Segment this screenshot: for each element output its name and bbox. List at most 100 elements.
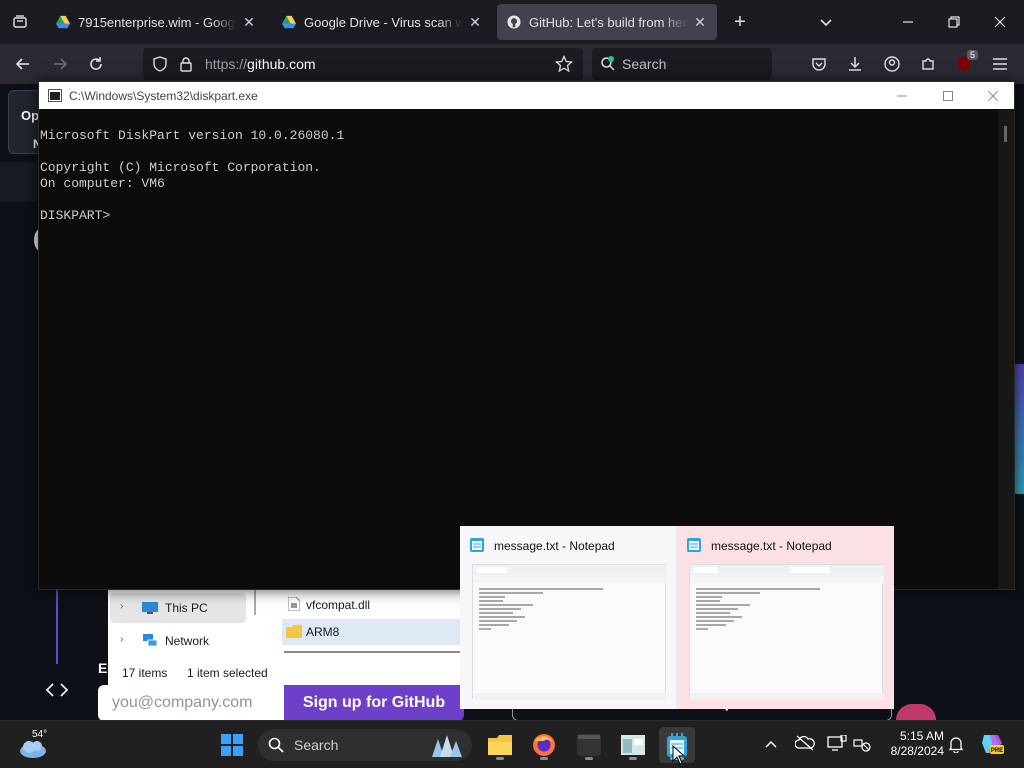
extensions-puzzle-icon[interactable] [914,50,942,78]
tab-title: GitHub: Let's build from here [529,14,687,30]
weather-widget[interactable]: 54° [14,727,64,763]
email-placeholder: you@company.com [112,694,253,711]
search-placeholder: Search [294,737,339,753]
search-highlight-icon [432,735,462,757]
notepad-thumbnail[interactable]: message.txt - Notepad [460,526,676,709]
minimize-icon[interactable] [879,82,925,109]
onedrive-offline-icon[interactable] [794,735,815,754]
close-tab-icon[interactable]: ✕ [693,14,707,31]
github-icon [507,15,521,29]
partial-heading-e: E [98,660,108,676]
mouse-cursor-icon [672,745,686,765]
pocket-icon[interactable] [805,50,833,78]
clock[interactable]: 5:15 AM 8/28/2024 [882,729,944,759]
console-output[interactable]: Microsoft DiskPart version 10.0.26080.1 C… [39,110,998,589]
nav-label: This PC [165,601,208,615]
lock-icon[interactable] [179,56,193,77]
terminal-taskbar-icon[interactable] [571,727,607,763]
running-indicator [629,757,637,760]
partial-banner-text: Op [21,108,40,123]
notepad-thumbnail-hovered[interactable]: message.txt - Notepad [677,526,893,709]
new-tab-plus-icon[interactable]: + [726,8,754,36]
tab-google-drive-wim[interactable]: 7915enterprise.wim - Google Dr ✕ [46,4,266,40]
search-bar[interactable]: Search [592,48,772,80]
show-hidden-icons-chevron-icon[interactable] [764,736,778,752]
start-windows-icon[interactable] [214,727,250,763]
display-settings-icon[interactable] [827,734,847,756]
cloud-icon [20,741,46,758]
thumbnail-preview [472,564,667,700]
downloads-icon[interactable] [841,50,869,78]
running-indicator [540,757,548,760]
file-name: ARM8 [306,625,340,639]
maximize-icon[interactable] [925,82,971,109]
tab-overview-icon[interactable] [6,8,34,36]
extension-badge-count: 5 [966,50,978,60]
console-line: Microsoft DiskPart version 10.0.26080.1 [40,128,345,143]
notification-bell-icon[interactable] [948,736,964,756]
thumbnail-header: message.txt - Notepad [470,536,615,555]
reload-icon[interactable] [82,50,110,78]
console-line: Copyright (C) Microsoft Corporation. [40,160,321,175]
forward-arrow-icon[interactable] [46,50,74,78]
nav-item-network[interactable]: › Network [110,627,246,655]
copilot-preview-icon[interactable]: PRE [980,733,1004,758]
pane-splitter[interactable] [254,589,256,615]
search-engine-icon [600,56,616,75]
url-bar[interactable]: https://github.com [143,48,583,80]
tab-github[interactable]: GitHub: Let's build from here ✕ [497,4,717,40]
header-strip [0,162,40,202]
decorative-blob [896,704,936,720]
tab-google-drive-virus-scan[interactable]: Google Drive - Virus scan warn ✕ [272,4,492,40]
console-prompt[interactable]: DISKPART> [40,208,998,224]
close-window-icon[interactable] [986,8,1014,36]
taskbar-search-box[interactable]: Search [258,729,472,761]
back-arrow-icon[interactable] [9,50,37,78]
dll-file-icon [287,596,301,614]
nav-label: Network [165,634,210,648]
console-scrollbar[interactable] [998,110,1014,589]
sign-up-label: Sign up for GitHub [302,694,446,711]
app-window-taskbar-icon[interactable] [615,727,651,763]
hamburger-menu-icon[interactable] [986,50,1014,78]
account-icon[interactable] [878,50,906,78]
console-title-bar[interactable]: C:\Windows\System32\diskpart.exe [39,82,1014,109]
file-row[interactable]: vfcompat.dll [284,593,463,617]
code-brackets-icon [44,678,70,702]
url-text: https://github.com [205,56,316,72]
thumbnail-header: message.txt - Notepad [687,536,832,555]
clock-time: 5:15 AM [899,729,944,743]
close-icon[interactable] [970,82,1016,109]
file-row-selected[interactable]: ARM8 [282,619,463,645]
search-placeholder: Search [622,56,667,72]
tab-title: 7915enterprise.wim - Google Dr [78,14,236,30]
expand-chevron-icon[interactable]: › [120,634,123,645]
scrollbar-thumb[interactable] [1004,126,1007,142]
minimize-icon[interactable] [894,8,922,36]
expand-chevron-icon[interactable]: › [120,601,123,612]
list-all-tabs-chevron-icon[interactable] [812,8,840,36]
network-icon [142,634,158,651]
tracking-protection-shield-icon[interactable] [152,56,168,77]
nav-item-this-pc[interactable]: › This PC [110,593,246,623]
computer-icon [142,602,158,617]
file-explorer-window: › This PC › Network vfcompat.dll ARM8 17… [108,589,463,685]
file-explorer-taskbar-icon[interactable] [482,727,518,763]
restore-icon[interactable] [940,8,968,36]
network-status-icon[interactable] [853,735,871,756]
close-tab-icon[interactable]: ✕ [468,14,482,31]
firefox-taskbar-icon[interactable] [526,727,562,763]
search-icon [268,737,284,753]
email-input[interactable]: you@company.com [98,685,284,720]
sign-up-button[interactable]: Sign up for GitHub [284,685,464,720]
console-app-icon [48,89,62,105]
timeline-line [56,588,58,664]
diskpart-console-window[interactable]: C:\Windows\System32\diskpart.exe Microso… [38,81,1015,590]
horizontal-scrollbar[interactable] [284,651,463,653]
ublock-origin-icon[interactable]: 5 [950,50,978,78]
google-drive-icon [282,15,296,29]
close-tab-icon[interactable]: ✕ [242,14,256,31]
bookmark-star-icon[interactable] [554,54,574,78]
console-line: On computer: VM6 [40,176,165,191]
